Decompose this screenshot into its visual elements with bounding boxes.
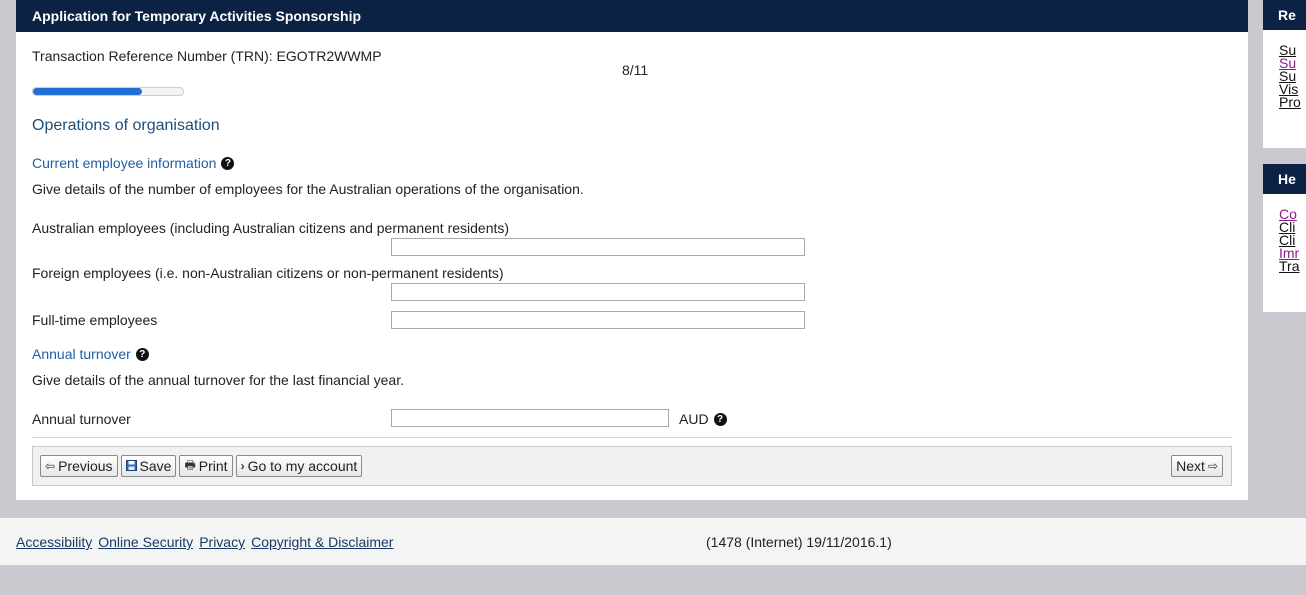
trn-text: Transaction Reference Number (TRN): EGOT…: [32, 48, 382, 64]
progress-bar-fill: [33, 88, 143, 95]
annual-turnover-heading-text: Annual turnover: [32, 346, 131, 362]
foreign-employees-label: Foreign employees (i.e. non-Australian c…: [32, 265, 504, 281]
footer-links: Accessibility Online Security Privacy Co…: [16, 534, 393, 550]
form-divider: [32, 437, 1232, 438]
go-to-account-button-label: Go to my account: [247, 458, 358, 474]
related-links-list: Su Su Su Vis Pro: [1263, 30, 1306, 109]
related-links-panel: Re Su Su Su Vis Pro: [1263, 0, 1306, 148]
application-form-panel: Application for Temporary Activities Spo…: [16, 0, 1248, 500]
australian-employees-input[interactable]: [391, 238, 805, 256]
annual-turnover-heading: Annual turnover?: [32, 346, 149, 362]
next-button[interactable]: Next ⇨: [1171, 455, 1223, 477]
save-button[interactable]: Save: [120, 455, 177, 477]
page-counter: 8/11: [622, 62, 649, 78]
full-time-employees-input[interactable]: [391, 311, 805, 329]
form-header: Application for Temporary Activities Spo…: [16, 0, 1248, 32]
help-icon[interactable]: ?: [713, 413, 727, 426]
employee-info-heading-text: Current employee information: [32, 155, 217, 171]
help-links-list: Co Cli Cli Imr Tra: [1263, 194, 1306, 273]
previous-button-label: Previous: [58, 458, 113, 474]
currency-unit-text: AUD: [679, 411, 709, 427]
annual-turnover-label: Annual turnover: [32, 411, 131, 427]
full-time-employees-label: Full-time employees: [32, 312, 158, 328]
printer-icon: 🖶: [184, 457, 196, 472]
accessibility-link[interactable]: Accessibility: [16, 534, 92, 550]
previous-button[interactable]: ⇦ Previous: [40, 455, 118, 477]
help-panel-title: He: [1263, 164, 1306, 194]
page-footer: Accessibility Online Security Privacy Co…: [0, 518, 1306, 565]
help-icon[interactable]: ?: [135, 348, 149, 361]
employee-info-heading: Current employee information?: [32, 155, 235, 171]
print-button-label: Print: [198, 458, 228, 474]
online-security-link[interactable]: Online Security: [98, 534, 193, 550]
chevron-right-icon: ›: [240, 459, 245, 473]
annual-turnover-description: Give details of the annual turnover for …: [32, 372, 404, 388]
next-button-label: Next: [1176, 458, 1205, 474]
arrow-right-icon: ⇨: [1207, 459, 1218, 473]
save-button-label: Save: [139, 458, 172, 474]
go-to-account-button[interactable]: › Go to my account: [235, 455, 363, 477]
toolbar-button-group: ⇦ Previous Save 🖶 Print › Go to my accou…: [40, 455, 363, 477]
floppy-disk-icon: [125, 458, 137, 474]
form-toolbar: ⇦ Previous Save 🖶 Print › Go to my accou…: [32, 446, 1232, 486]
annual-turnover-input[interactable]: [391, 409, 669, 427]
employee-info-description: Give details of the number of employees …: [32, 181, 584, 197]
help-link[interactable]: Tra: [1279, 259, 1306, 273]
copyright-disclaimer-link[interactable]: Copyright & Disclaimer: [251, 534, 393, 550]
print-button[interactable]: 🖶 Print: [179, 455, 233, 477]
progress-bar: [32, 87, 184, 96]
related-link[interactable]: Pro: [1279, 95, 1306, 109]
foreign-employees-input[interactable]: [391, 283, 805, 301]
section-title: Operations of organisation: [32, 117, 220, 134]
help-icon[interactable]: ?: [221, 157, 235, 170]
help-panel: He Co Cli Cli Imr Tra: [1263, 164, 1306, 312]
privacy-link[interactable]: Privacy: [199, 534, 245, 550]
arrow-left-icon: ⇦: [45, 459, 56, 473]
australian-employees-label: Australian employees (including Australi…: [32, 220, 510, 236]
version-text: (1478 (Internet) 19/11/2016.1): [706, 534, 892, 550]
currency-unit: AUD?: [679, 411, 727, 427]
related-links-title: Re: [1263, 0, 1306, 30]
